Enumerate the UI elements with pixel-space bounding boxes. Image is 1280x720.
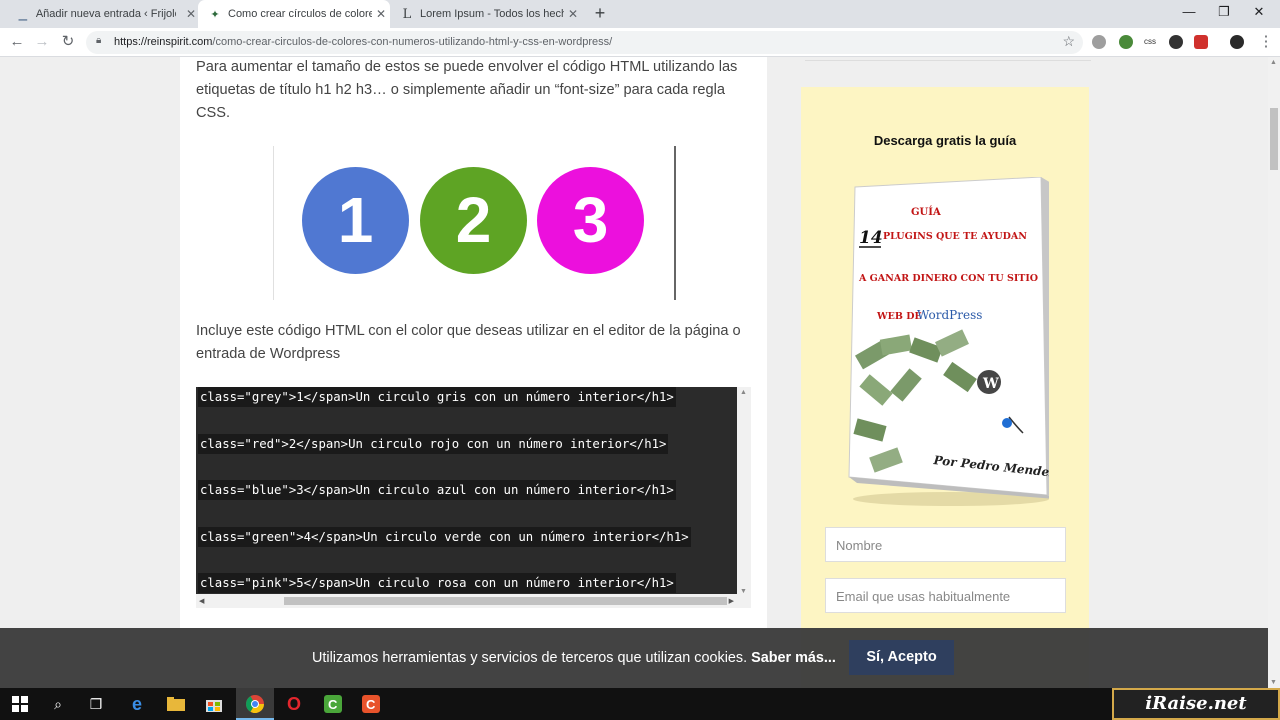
extension-pen-icon[interactable] bbox=[1119, 35, 1133, 49]
lock-icon: 🔒︎ bbox=[96, 35, 102, 46]
code-line: class="blue">3</span>Un circulo azul con… bbox=[198, 480, 676, 500]
book-line4-prefix: WEB DE bbox=[876, 311, 922, 322]
svg-text:C: C bbox=[328, 697, 338, 712]
sidebar-divider bbox=[805, 60, 1091, 61]
scroll-left-arrow-icon[interactable]: ◀ bbox=[199, 597, 204, 605]
circle-label: 2 bbox=[455, 184, 492, 256]
numbered-circles-image: 1 2 3 bbox=[273, 146, 676, 300]
file-explorer-icon[interactable] bbox=[164, 692, 188, 716]
guide-book-cover[interactable]: GUÍA 14 PLUGINS QUE TE AYUDAN A GANAR DI… bbox=[841, 177, 1049, 507]
tab-lorem-ipsum[interactable]: L Lorem Ipsum - Todos los hechos ✕ bbox=[390, 0, 586, 28]
email-field[interactable]: Email que usas habitualmente bbox=[825, 578, 1066, 613]
circle-1: 1 bbox=[302, 167, 409, 274]
task-view-icon[interactable]: ❐ bbox=[84, 692, 108, 716]
opera-icon[interactable]: O bbox=[282, 692, 306, 716]
close-window-icon[interactable]: ✕ bbox=[1242, 0, 1276, 26]
wordpress-admin-icon: ▁ bbox=[18, 8, 28, 21]
reload-icon[interactable]: ↻ bbox=[58, 32, 78, 52]
circle-2: 2 bbox=[420, 167, 527, 274]
code-horizontal-scrollbar[interactable]: ◀ ▶ bbox=[196, 594, 751, 608]
wordpress-w-icon: W bbox=[982, 376, 999, 392]
extension-dark-icon[interactable] bbox=[1169, 35, 1183, 49]
image-border-left bbox=[273, 146, 274, 300]
close-tab-icon[interactable]: ✕ bbox=[568, 7, 578, 21]
image-border-right bbox=[674, 146, 676, 300]
paragraph-font-size: Para aumentar el tamaño de estos se pued… bbox=[196, 59, 738, 121]
scroll-right-arrow-icon[interactable]: ▶ bbox=[729, 597, 734, 605]
maximize-icon[interactable]: ❐ bbox=[1207, 0, 1241, 26]
close-tab-icon[interactable]: ✕ bbox=[186, 7, 196, 21]
svg-text:C: C bbox=[366, 697, 376, 712]
back-arrow-icon[interactable]: ← bbox=[7, 32, 27, 52]
cookie-text: Utilizamos herramientas y servicios de t… bbox=[312, 650, 748, 666]
close-tab-icon[interactable]: ✕ bbox=[376, 7, 386, 21]
page-scroll-thumb[interactable] bbox=[1270, 108, 1278, 170]
book-line3: A GANAR DINERO CON TU SITIO bbox=[858, 273, 1038, 284]
forward-arrow-icon[interactable]: → bbox=[32, 32, 52, 52]
windows-taskbar: ⌕ ❐ e O C C iRaise.net bbox=[0, 688, 1280, 720]
css-extension-icon[interactable]: css bbox=[1140, 35, 1160, 49]
bookmark-star-icon[interactable]: ☆ bbox=[1062, 33, 1075, 50]
browser-toolbar: ← → ↻ 🔒︎ https://reinspirit.com/como-cre… bbox=[0, 28, 1280, 57]
name-field[interactable]: Nombre bbox=[825, 527, 1066, 562]
search-icon[interactable]: ⌕ bbox=[46, 692, 70, 716]
tab-circulos[interactable]: ✦ Como crear círculos de colores c ✕ bbox=[198, 0, 390, 28]
code-vertical-scrollbar[interactable]: ▲ ▼ bbox=[737, 387, 751, 597]
new-tab-plus-icon[interactable]: + bbox=[590, 3, 610, 24]
accept-cookies-button[interactable]: Sí, Acepto bbox=[849, 640, 954, 675]
lorem-favicon-icon: L bbox=[402, 6, 412, 22]
circle-label: 1 bbox=[337, 184, 374, 256]
horizontal-scroll-thumb[interactable] bbox=[284, 597, 727, 605]
minimize-icon[interactable]: — bbox=[1172, 0, 1206, 26]
address-bar[interactable]: 🔒︎ https://reinspirit.com/como-crear-cir… bbox=[86, 31, 1083, 54]
code-block[interactable]: class="grey">1</span>Un circulo gris con… bbox=[196, 387, 751, 608]
page-scroll-down-icon[interactable]: ▼ bbox=[1270, 679, 1277, 686]
tab-strip: ▁ Añadir nueva entrada ‹ Frijoleros ✕ ✦ … bbox=[0, 0, 1280, 28]
profile-avatar-icon[interactable] bbox=[1230, 35, 1244, 49]
page-viewport: Para aumentar el tamaño de estos se pued… bbox=[0, 57, 1268, 688]
paragraph-include-code: Incluye este código HTML con el color qu… bbox=[196, 323, 741, 362]
extension-red-icon[interactable] bbox=[1194, 35, 1208, 49]
scroll-up-arrow-icon[interactable]: ▲ bbox=[740, 389, 747, 396]
code-line: class="grey">1</span>Un circulo gris con… bbox=[198, 387, 676, 407]
optin-title: Descarga gratis la guía bbox=[873, 133, 1017, 148]
circle-3: 3 bbox=[537, 167, 644, 274]
store-icon[interactable] bbox=[202, 692, 226, 716]
code-line: class="green">4</span>Un circulo verde c… bbox=[198, 527, 691, 547]
url-host: https://reinspirit.com bbox=[114, 36, 213, 48]
cookie-bar: Utilizamos herramientas y servicios de t… bbox=[0, 628, 1268, 688]
code-line: class="red">2</span>Un circulo rojo con … bbox=[198, 434, 669, 454]
camtasia-green-icon[interactable]: C bbox=[321, 692, 345, 716]
tab-title: Lorem Ipsum - Todos los hechos bbox=[420, 8, 564, 20]
edge-browser-icon[interactable]: e bbox=[125, 692, 149, 716]
sidebar-optin: Descarga gratis la guía GUÍA 14 PLUGINS … bbox=[801, 87, 1089, 688]
url-path: /como-crear-circulos-de-colores-con-nume… bbox=[212, 36, 613, 48]
plug-icon bbox=[1002, 418, 1012, 428]
tab-title: Como crear círculos de colores c bbox=[228, 8, 372, 20]
iraise-watermark: iRaise.net bbox=[1112, 688, 1280, 720]
book-line2: PLUGINS QUE TE AYUDAN bbox=[883, 231, 1027, 242]
book-number: 14 bbox=[859, 228, 883, 248]
chrome-icon[interactable] bbox=[243, 692, 267, 716]
book-guia: GUÍA bbox=[911, 206, 941, 218]
code-line: class="pink">5</span>Un circulo rosa con… bbox=[198, 573, 676, 593]
url-text: https://reinspirit.com/como-crear-circul… bbox=[114, 36, 612, 48]
menu-dots-icon[interactable]: ⋮ bbox=[1256, 32, 1276, 52]
book-line4-brand: WordPress bbox=[917, 308, 982, 322]
cookie-message: Utilizamos herramientas y servicios de t… bbox=[312, 650, 836, 666]
tab-frijoleros[interactable]: ▁ Añadir nueva entrada ‹ Frijoleros ✕ bbox=[0, 0, 196, 28]
site-favicon-icon: ✦ bbox=[210, 8, 220, 21]
page-scroll-up-icon[interactable]: ▲ bbox=[1270, 59, 1277, 66]
camtasia-orange-icon[interactable]: C bbox=[359, 692, 383, 716]
cookie-more-link[interactable]: Saber más... bbox=[751, 650, 836, 666]
tab-title: Añadir nueva entrada ‹ Frijoleros bbox=[35, 8, 176, 20]
extension-icon[interactable] bbox=[1092, 35, 1106, 49]
circle-label: 3 bbox=[572, 184, 609, 256]
article-content: Para aumentar el tamaño de estos se pued… bbox=[180, 57, 767, 688]
windows-start-icon[interactable] bbox=[8, 692, 32, 716]
